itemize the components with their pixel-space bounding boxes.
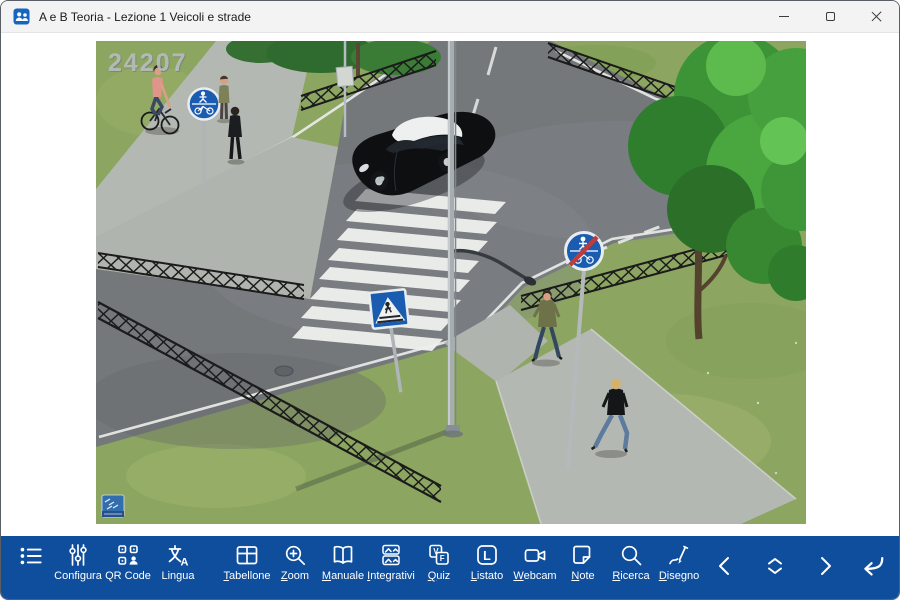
window-controls <box>761 1 899 32</box>
previous-button[interactable] <box>707 550 743 582</box>
lesson-image[interactable]: 24207 24207 <box>96 41 806 524</box>
manhole <box>275 366 293 376</box>
search-icon <box>617 541 645 569</box>
minimize-button[interactable] <box>761 1 807 32</box>
scene-graphic: 24207 24207 <box>96 41 806 524</box>
content-area: 24207 24207 <box>1 33 899 536</box>
list-icon <box>16 541 46 571</box>
toolbar-button-ricerca[interactable]: Ricerca <box>607 541 655 583</box>
images-icon <box>377 541 405 569</box>
svg-text:F: F <box>440 554 445 563</box>
toolbar-button-note[interactable]: Note <box>559 541 607 583</box>
true-false-icon: V F <box>425 541 453 569</box>
chevron-right-icon <box>809 550 841 582</box>
toolbar-label: Disegno <box>659 570 699 583</box>
toolbar-button-configura[interactable]: Configura <box>53 541 103 583</box>
svg-text:A: A <box>181 557 189 569</box>
maximize-icon <box>826 12 835 21</box>
chevron-left-icon <box>709 550 741 582</box>
toolbar: Configura QR Code <box>1 536 899 599</box>
toolbar-label: Zoom <box>281 570 309 583</box>
translate-icon: A <box>164 541 192 569</box>
window-title: A e B Teoria - Lezione 1 Veicoli e strad… <box>39 10 251 24</box>
open-book-icon <box>329 541 357 569</box>
toolbar-button-qrcode[interactable]: QR Code <box>103 541 153 583</box>
toolbar-label: Tabellone <box>223 570 270 583</box>
next-button[interactable] <box>807 550 843 582</box>
toolbar-button-webcam[interactable]: Webcam <box>511 541 559 583</box>
toolbar-button-disegno[interactable]: Disegno <box>655 541 703 583</box>
toolbar-label: Ricerca <box>612 570 649 583</box>
toolbar-button-tabellone[interactable]: Tabellone <box>223 541 271 583</box>
toolbar-label: Webcam <box>513 570 556 583</box>
toolbar-button-zoom[interactable]: Zoom <box>271 541 319 583</box>
pen-draw-icon <box>665 541 693 569</box>
return-arrow-icon <box>853 548 889 584</box>
close-icon <box>871 11 882 22</box>
toolbar-label: Configura <box>54 570 102 583</box>
chevron-up-down-icon <box>759 550 791 582</box>
toolbar-label: Manuale <box>322 570 364 583</box>
note-icon <box>569 541 597 569</box>
svg-text:L: L <box>483 549 491 563</box>
toolbar-button-lingua[interactable]: A Lingua <box>153 541 203 583</box>
qr-code-icon <box>114 541 142 569</box>
maximize-button[interactable] <box>807 1 853 32</box>
toolbar-button-elenco[interactable] <box>9 541 53 571</box>
video-camera-icon <box>521 541 549 569</box>
publisher-logo <box>102 495 124 517</box>
toolbar-button-quiz[interactable]: V F Quiz <box>415 541 463 583</box>
titlebar: A e B Teoria - Lezione 1 Veicoli e strad… <box>1 1 899 33</box>
toolbar-label: QR Code <box>105 570 151 583</box>
toolbar-label: Listato <box>471 570 503 583</box>
reorder-button[interactable] <box>757 550 793 582</box>
toolbar-label: Lingua <box>161 570 194 583</box>
sliders-icon <box>64 541 92 569</box>
image-number: 24207 <box>108 49 188 77</box>
toolbar-button-listato[interactable]: L Listato <box>463 541 511 583</box>
toolbar-label: Integrativi <box>367 570 415 583</box>
grid-icon <box>233 541 261 569</box>
app-window: A e B Teoria - Lezione 1 Veicoli e strad… <box>0 0 900 600</box>
toolbar-button-manuale[interactable]: Manuale <box>319 541 367 583</box>
list-square-icon: L <box>473 541 501 569</box>
minimize-icon <box>779 16 789 17</box>
toolbar-label: Quiz <box>428 570 451 583</box>
close-button[interactable] <box>853 1 899 32</box>
people-icon <box>13 8 30 25</box>
return-button[interactable] <box>847 548 895 584</box>
zoom-in-icon <box>281 541 309 569</box>
toolbar-button-integrativi[interactable]: Integrativi <box>367 541 415 583</box>
toolbar-label: Note <box>571 570 594 583</box>
